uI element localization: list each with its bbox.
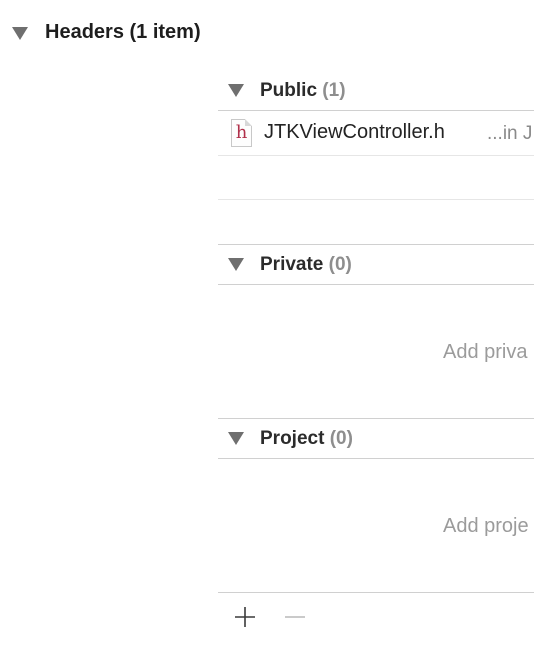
divider	[218, 244, 534, 245]
group-count: (0)	[329, 428, 353, 449]
group-count: (1)	[322, 80, 346, 101]
file-icon-letter: h	[235, 122, 248, 143]
file-location: ...in J	[487, 123, 533, 144]
group-name: Project	[260, 428, 325, 449]
remove-button[interactable]	[282, 604, 308, 630]
file-name[interactable]: JTKViewController.h	[264, 121, 445, 144]
group-name: Private	[260, 254, 324, 275]
group-header-project: Project (0)	[260, 428, 353, 450]
plus-icon	[235, 607, 255, 627]
minus-icon	[285, 616, 305, 618]
project-drop-placeholder[interactable]: Add proje	[443, 515, 529, 538]
private-disclosure-triangle-icon[interactable]	[228, 258, 244, 271]
public-disclosure-triangle-icon[interactable]	[228, 84, 244, 97]
group-count: (0)	[328, 254, 352, 275]
project-disclosure-triangle-icon[interactable]	[228, 432, 244, 445]
divider	[218, 592, 534, 593]
group-header-public: Public (1)	[260, 80, 346, 102]
disclosure-triangle-icon[interactable]	[12, 27, 28, 40]
divider	[218, 199, 534, 200]
divider	[218, 155, 534, 156]
group-name: Public	[260, 80, 318, 101]
divider	[218, 284, 534, 285]
group-header-private: Private (0)	[260, 254, 352, 276]
private-drop-placeholder[interactable]: Add priva	[443, 341, 528, 364]
divider	[218, 458, 534, 459]
add-button[interactable]	[232, 604, 258, 630]
divider	[218, 418, 534, 419]
header-file-icon: h	[231, 119, 252, 147]
section-title: Headers (1 item)	[45, 21, 201, 43]
